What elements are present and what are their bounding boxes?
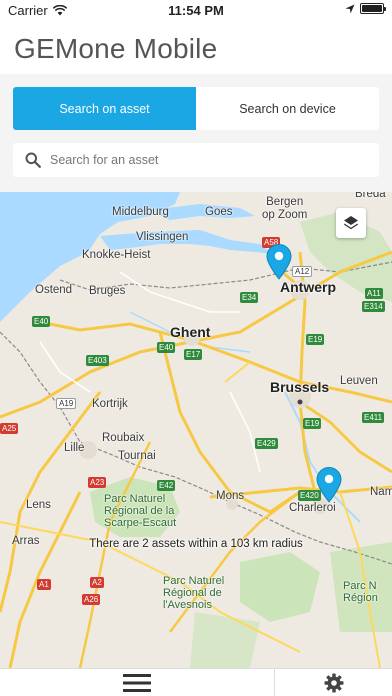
place-tournai: Tournai (118, 450, 156, 462)
place-park-scarpe-escaut: Parc Naturel Régional de la Scarpe-Escau… (104, 493, 177, 529)
battery-icon (360, 3, 386, 14)
road-e314: E314 (362, 301, 385, 312)
place-ghent: Ghent (170, 324, 211, 340)
road-a2: A2 (90, 577, 104, 588)
road-e429: E429 (255, 438, 278, 449)
place-breda: Breda (355, 192, 386, 200)
road-a12: A12 (292, 266, 313, 277)
asset-radius-summary: There are 2 assets within a 103 km radiu… (89, 538, 303, 550)
road-a26: A26 (82, 594, 101, 605)
place-kortrijk: Kortrijk (92, 398, 128, 410)
road-e34: E34 (240, 292, 259, 303)
map-view[interactable]: Breda Bergen op Zoom Middelburg Goes Vli… (0, 192, 392, 668)
road-a11: A11 (365, 288, 383, 299)
road-e40-west: E40 (32, 316, 51, 327)
place-bruges: Bruges (89, 285, 126, 297)
place-antwerp: Antwerp (280, 279, 336, 295)
road-a23: A23 (88, 477, 107, 488)
search-icon (25, 152, 41, 168)
road-e403: E403 (86, 355, 109, 366)
search-box[interactable] (13, 143, 379, 177)
place-roubaix: Roubaix (102, 432, 145, 444)
layers-icon (344, 216, 358, 230)
asset-pin-antwerp[interactable] (266, 244, 292, 280)
place-leuven: Leuven (340, 375, 378, 387)
gear-icon (324, 673, 344, 693)
status-bar: Carrier 11:54 PM (0, 0, 392, 22)
place-lens: Lens (26, 499, 51, 511)
place-ostend: Ostend (35, 284, 73, 296)
settings-button[interactable] (276, 669, 392, 696)
search-panel: Search on asset Search on device (0, 74, 392, 192)
status-right (345, 3, 386, 14)
hamburger-menu-icon (123, 674, 151, 692)
tab-search-on-device[interactable]: Search on device (196, 87, 379, 130)
place-mons: Mons (216, 490, 245, 502)
road-e40-east: E40 (157, 342, 176, 353)
road-e19-north: E19 (306, 334, 325, 345)
place-park-right: Parc N Région (343, 580, 378, 604)
road-a19: A19 (56, 398, 77, 409)
asset-pin-charleroi[interactable] (316, 467, 342, 503)
place-charleroi: Charleroi (289, 502, 336, 514)
road-a25: A25 (0, 423, 19, 434)
bottom-toolbar (0, 668, 392, 696)
road-e17: E17 (184, 349, 203, 360)
place-park-avesnois: Parc Naturel Régional de l'Avesnois (163, 575, 225, 611)
place-nam: Nam (370, 486, 392, 498)
place-bergen-op-zoom: Bergen op Zoom (262, 196, 308, 221)
status-time: 11:54 PM (168, 3, 224, 18)
tab-search-on-asset[interactable]: Search on asset (13, 87, 196, 130)
road-e411: E411 (362, 412, 385, 423)
menu-button[interactable] (0, 669, 275, 696)
place-lille: Lille (64, 442, 85, 454)
map-layers-button[interactable] (336, 208, 366, 238)
place-middelburg: Middelburg (112, 206, 169, 218)
place-brussels: Brussels (270, 379, 330, 395)
place-knokke-heist: Knokke-Heist (82, 249, 151, 261)
search-input[interactable] (50, 153, 350, 167)
place-goes: Goes (205, 206, 233, 218)
place-vlissingen: Vlissingen (136, 231, 189, 243)
road-a1: A1 (37, 579, 51, 590)
road-e19-south: E19 (303, 418, 322, 429)
app-title: GEMone Mobile (14, 33, 218, 64)
road-e42: E42 (157, 480, 176, 491)
search-mode-tabs: Search on asset Search on device (13, 87, 379, 130)
location-arrow-icon (345, 4, 355, 13)
